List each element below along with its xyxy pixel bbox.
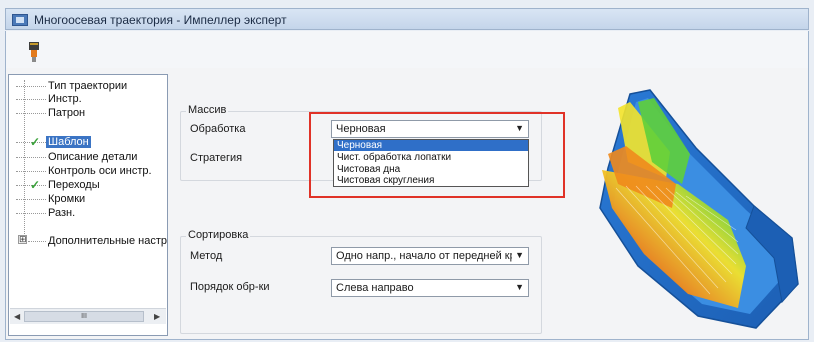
- tree-item-label: Описание детали: [48, 151, 138, 163]
- impeller-preview-image: [599, 89, 799, 329]
- chevron-down-icon: ▼: [515, 282, 524, 292]
- tree-item-label: Контроль оси инстр.: [48, 165, 152, 177]
- tree-item-label: Патрон: [48, 107, 86, 119]
- tree-item-label: Кромки: [48, 193, 86, 205]
- tree-item-label: Шаблон: [46, 136, 91, 148]
- tree-item-label: Переходы: [48, 179, 100, 191]
- array-group-title: Массив: [186, 104, 229, 116]
- tree-dots: [16, 99, 46, 100]
- processing-label: Обработка: [190, 123, 246, 135]
- tree-dots: [16, 171, 46, 172]
- tree-item-label: Тип траектории: [48, 80, 128, 92]
- tree-dots: [16, 199, 46, 200]
- method-select-value: Одно напр., начало от передней кромк: [336, 250, 512, 262]
- tree-dots: [28, 241, 46, 242]
- checkmark-icon: ✓: [30, 178, 41, 192]
- scroll-thumb[interactable]: III: [24, 311, 144, 322]
- order-select-value: Слева направо: [336, 282, 414, 294]
- tree-dots: [16, 213, 46, 214]
- callout-highlight-frame: [309, 112, 565, 198]
- title-bar: Многоосевая траектория - Импеллер экспер…: [5, 8, 809, 30]
- window-title: Многоосевая траектория - Импеллер экспер…: [34, 13, 287, 27]
- tree-item-label: Дополнительные настр: [48, 235, 167, 247]
- tree-item-label: Разн.: [48, 207, 76, 219]
- order-select[interactable]: Слева направо ▼: [331, 279, 529, 297]
- tree-connector-line: [24, 80, 25, 244]
- window-app-icon: [12, 14, 28, 26]
- sort-group-title: Сортировка: [186, 229, 251, 241]
- scroll-left-icon[interactable]: ◀: [14, 312, 20, 321]
- tree-horizontal-scrollbar[interactable]: ◀ III ▶: [10, 308, 166, 324]
- chevron-down-icon: ▼: [515, 250, 524, 260]
- scroll-right-icon[interactable]: ▶: [154, 312, 160, 321]
- strategy-label: Стратегия: [190, 152, 243, 164]
- method-select[interactable]: Одно напр., начало от передней кромк ▼: [331, 247, 529, 265]
- toolbar: [5, 31, 809, 68]
- tree-dots: [16, 113, 46, 114]
- checkmark-icon: ✓: [30, 135, 41, 149]
- method-label: Метод: [190, 250, 223, 262]
- tree-expand-icon[interactable]: ⊞: [18, 235, 27, 244]
- tree-dots: [16, 86, 46, 87]
- tree-item-label: Инстр.: [48, 93, 82, 105]
- tree-dots: [16, 157, 46, 158]
- cutting-tool-icon[interactable]: [26, 41, 42, 63]
- order-label: Порядок обр-ки: [190, 281, 270, 293]
